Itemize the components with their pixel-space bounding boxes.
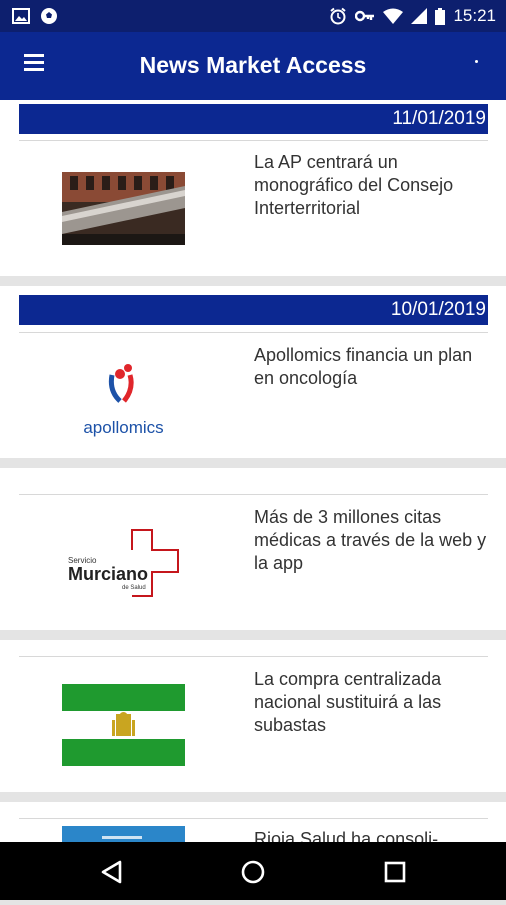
divider	[19, 332, 488, 333]
news-list[interactable]: 11/01/2019 La AP centrará un monográfico…	[0, 100, 506, 842]
overflow-indicator	[475, 60, 478, 63]
news-headline[interactable]: Rioja Salud ha consoli-	[254, 828, 494, 842]
apollomics-logo-text: apollomics	[83, 418, 164, 437]
news-card[interactable]: 10/01/2019 apollomics Apollomics financi…	[0, 286, 506, 458]
andalusia-flag-image[interactable]	[62, 684, 185, 766]
back-icon[interactable]	[82, 842, 142, 900]
news-card[interactable]: La compra centralizada nacional sustitui…	[0, 640, 506, 792]
news-headline[interactable]: La compra centralizada nacional sustitui…	[254, 668, 494, 737]
apollomics-logo[interactable]: apollomics	[62, 341, 185, 449]
wifi-icon	[383, 8, 404, 24]
app-bar: News Market Access	[0, 32, 506, 100]
date-header: 11/01/2019	[19, 104, 488, 134]
date-header: 10/01/2019	[19, 295, 488, 325]
news-headline[interactable]: Apollomics financia un plan en oncología	[254, 344, 494, 390]
news-headline[interactable]: Más de 3 millones citas médicas a través…	[254, 506, 494, 575]
image-icon	[12, 8, 30, 24]
logo-text-big: Murciano	[68, 564, 149, 584]
divider	[19, 494, 488, 495]
navigation-bar	[0, 842, 506, 900]
status-bar: 15:21	[0, 0, 506, 32]
signal-icon	[411, 8, 428, 24]
news-card[interactable]: Servicio Murciano de Salud Más de 3 mill…	[0, 468, 506, 630]
alarm-icon	[330, 7, 347, 25]
recents-icon[interactable]	[365, 842, 425, 900]
divider	[19, 656, 488, 657]
battery-icon	[435, 7, 446, 25]
app-title: News Market Access	[139, 52, 367, 78]
rioja-salud-image[interactable]	[62, 826, 185, 842]
news-headline[interactable]: La AP centrará un monográfico del Consej…	[254, 151, 494, 220]
home-icon[interactable]	[223, 842, 283, 900]
news-card[interactable]: Rioja Salud ha consoli-	[0, 802, 506, 842]
key-icon	[355, 10, 375, 22]
soccer-ball-icon	[41, 8, 57, 24]
divider	[19, 818, 488, 819]
logo-text-sub: de Salud	[122, 585, 146, 591]
news-card[interactable]: 11/01/2019 La AP centrará un monográfico…	[0, 100, 506, 276]
ministry-building-image[interactable]	[62, 172, 185, 245]
status-time: 15:21	[453, 6, 496, 25]
divider	[19, 140, 488, 141]
servicio-murciano-logo[interactable]: Servicio Murciano de Salud	[62, 524, 185, 604]
